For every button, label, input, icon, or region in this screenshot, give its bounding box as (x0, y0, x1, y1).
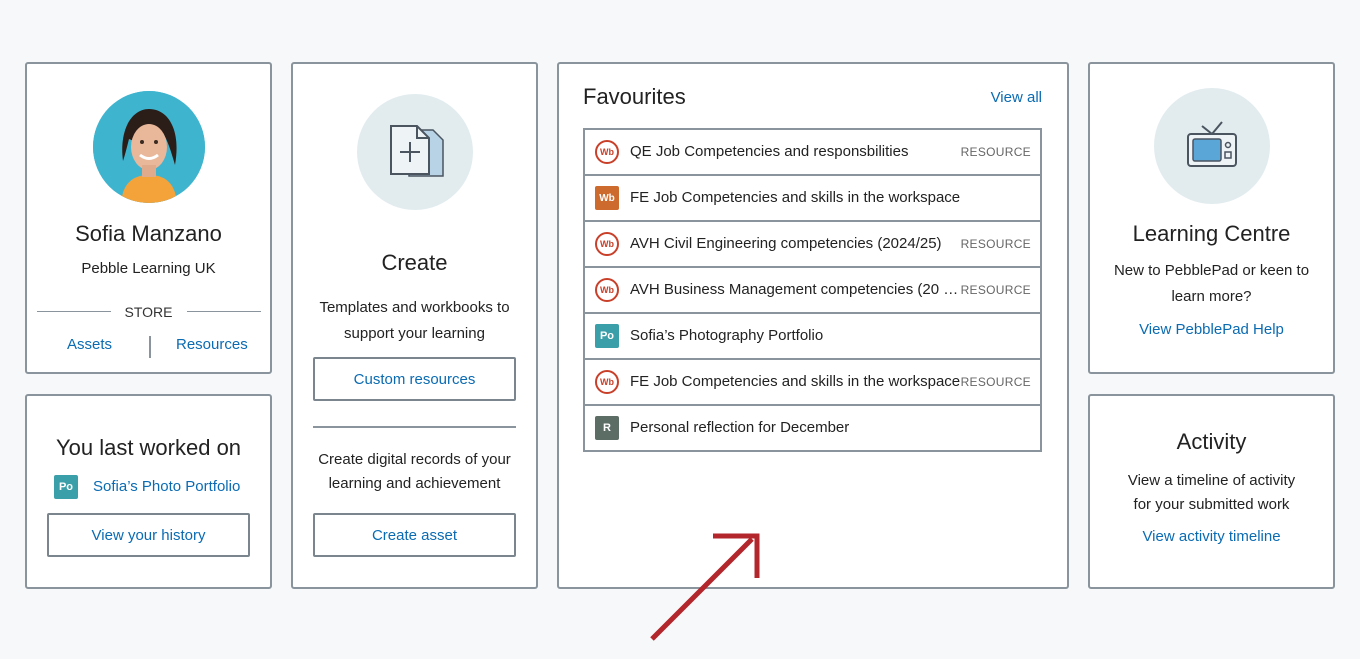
favourite-item[interactable]: R Personal reflection for December (585, 406, 1040, 450)
favourite-item[interactable]: Wb AVH Business Management competencies (… (585, 268, 1040, 314)
learning-centre-heading: Learning Centre (1132, 221, 1291, 246)
text-line: New to PebblePad or keen to (1113, 262, 1310, 279)
divider (187, 311, 261, 312)
tv-icon (1185, 118, 1239, 177)
profile-name: Sofia Manzano (75, 221, 222, 246)
last-worked-item-link[interactable]: Sofia’s Photo Portfolio (93, 478, 240, 495)
resource-tag: RESOURCE (960, 237, 1031, 251)
learning-centre-card: Learning Centre New to PebblePad or keen… (1088, 62, 1335, 374)
text-line: for your submitted work (1133, 496, 1290, 513)
favourite-title: Sofia’s Photography Portfolio (630, 327, 824, 344)
reflection-icon: R (595, 416, 619, 440)
workbook-icon: Wb (595, 278, 619, 302)
favourites-card: Favourites View all Wb QE Job Competencie… (557, 62, 1069, 589)
portfolio-icon: Po (54, 475, 78, 499)
favourite-title: QE Job Competencies and responsbilities (630, 143, 909, 160)
create-card: Create Templates and workbooks to suppor… (291, 62, 538, 589)
avatar[interactable] (93, 91, 205, 203)
create-heading: Create (381, 250, 448, 275)
text-line: Templates and workbooks to (319, 299, 510, 316)
view-all-link[interactable]: View all (991, 89, 1042, 106)
resource-tag: RESOURCE (960, 145, 1031, 159)
workbook-icon: Wb (595, 140, 619, 164)
last-worked-card: You last worked on Po Sofia’s Photo Port… (25, 394, 272, 589)
favourite-item[interactable]: Wb FE Job Competencies and skills in the … (585, 176, 1040, 222)
divider (149, 336, 151, 358)
favourite-title: FE Job Competencies and skills in the wo… (630, 189, 961, 206)
text-line: learn more? (1171, 288, 1252, 305)
workbook-icon: Wb (595, 232, 619, 256)
activity-card: Activity View a timeline of activity for… (1088, 394, 1335, 589)
favourite-title: AVH Civil Engineering competencies (2024… (630, 235, 942, 252)
create-templates-text: Templates and workbooks to support your … (293, 295, 536, 347)
view-history-button[interactable]: View your history (47, 513, 250, 557)
portfolio-icon: Po (595, 324, 619, 348)
activity-text: View a timeline of activity for your sub… (1090, 469, 1333, 517)
favourite-title: Personal reflection for December (630, 419, 850, 436)
activity-timeline-link[interactable]: View activity timeline (1090, 528, 1333, 545)
divider (313, 426, 516, 428)
favourites-list: Wb QE Job Competencies and responsbilitie… (583, 128, 1042, 452)
profile-card: Sofia Manzano Pebble Learning UK STORE A… (25, 62, 272, 374)
activity-heading: Activity (1176, 429, 1247, 454)
favourite-item[interactable]: Po Sofia’s Photography Portfolio (585, 314, 1040, 360)
text-line: learning and achievement (328, 475, 501, 492)
resource-tag: RESOURCE (960, 283, 1031, 297)
store-label: STORE (124, 304, 173, 320)
custom-resources-button[interactable]: Custom resources (313, 357, 516, 401)
last-worked-heading: You last worked on (55, 435, 242, 460)
resource-tag: RESOURCE (960, 375, 1031, 389)
favourite-item[interactable]: Wb FE Job Competencies and skills in the … (585, 360, 1040, 406)
create-asset-button[interactable]: Create asset (313, 513, 516, 557)
profile-org: Pebble Learning UK (81, 260, 216, 277)
favourite-title: AVH Business Management competencies (20… (630, 281, 959, 298)
resources-link[interactable]: Resources (176, 336, 248, 353)
workbook-icon: Wb (595, 186, 619, 210)
favourite-item[interactable]: Wb AVH Civil Engineering competencies (20… (585, 222, 1040, 268)
learning-centre-text: New to PebblePad or keen to learn more? (1090, 258, 1333, 310)
favourite-item[interactable]: Wb QE Job Competencies and responsbilitie… (585, 130, 1040, 176)
new-document-icon (389, 124, 449, 189)
annotation-arrow (650, 533, 760, 641)
text-line: View a timeline of activity (1127, 472, 1296, 489)
workbook-icon: Wb (595, 370, 619, 394)
text-line: Create digital records of your (318, 451, 511, 468)
assets-link[interactable]: Assets (67, 336, 112, 353)
text-line: support your learning (344, 325, 485, 342)
favourite-title: FE Job Competencies and skills in the wo… (630, 373, 961, 390)
pebblepad-help-link[interactable]: View PebblePad Help (1090, 321, 1333, 338)
create-records-text: Create digital records of your learning … (293, 448, 536, 496)
favourites-heading: Favourites (583, 84, 686, 109)
